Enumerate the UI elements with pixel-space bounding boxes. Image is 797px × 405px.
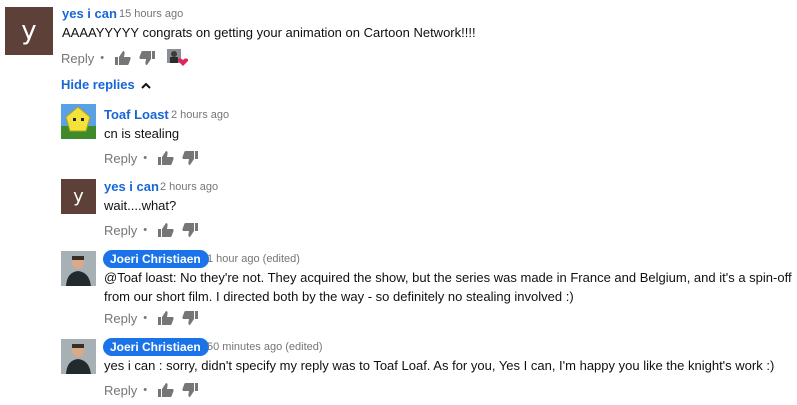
reply-comment: y yes i can 2 hours ago wait....what? Re… xyxy=(0,176,797,240)
creator-badge-author[interactable]: Joeri Christiaen xyxy=(103,250,209,268)
top-comment: y yes i can 15 hours ago AAAAYYYYY congr… xyxy=(0,0,797,72)
reply-comment: Joeri Christiaen 1 hour ago (edited) @To… xyxy=(0,249,797,331)
avatar[interactable] xyxy=(61,339,96,374)
reply-button[interactable]: Reply xyxy=(104,223,137,238)
comment-actions: Reply • xyxy=(104,381,206,399)
comment-author[interactable]: Toaf Loast xyxy=(104,107,169,122)
comment-author[interactable]: yes i can xyxy=(104,179,159,194)
separator-dot: • xyxy=(143,152,148,164)
comment-text: @Toaf loast: No they're not. They acquir… xyxy=(104,270,792,304)
like-icon[interactable] xyxy=(158,383,174,397)
like-icon[interactable] xyxy=(158,223,174,237)
dislike-icon[interactable] xyxy=(139,51,156,65)
avatar[interactable]: y xyxy=(5,7,53,55)
reply-comment: Toaf Loast 2 hours ago cn is stealing Re… xyxy=(0,104,797,168)
like-icon[interactable] xyxy=(115,51,131,65)
avatar[interactable] xyxy=(61,251,96,286)
creator-heart-icon[interactable] xyxy=(167,49,189,67)
comment-text: AAAAYYYYY congrats on getting your anima… xyxy=(62,25,476,40)
dislike-icon[interactable] xyxy=(182,311,199,325)
comment-actions: Reply • xyxy=(104,309,206,327)
comment-actions: Reply • xyxy=(61,49,189,67)
separator-dot: • xyxy=(143,312,148,324)
separator-dot: • xyxy=(100,52,105,64)
chevron-up-icon xyxy=(140,77,151,92)
comment-time[interactable]: 1 hour ago (edited) xyxy=(207,253,300,265)
reply-comment: Joeri Christiaen 50 minutes ago (edited)… xyxy=(0,337,797,401)
hide-replies-label: Hide replies xyxy=(61,77,135,92)
dislike-icon[interactable] xyxy=(182,223,199,237)
avatar[interactable]: y xyxy=(61,179,96,214)
hide-replies-toggle[interactable]: Hide replies xyxy=(61,77,151,92)
creator-badge-author[interactable]: Joeri Christiaen xyxy=(103,338,209,356)
comment-text: wait....what? xyxy=(104,198,177,213)
reply-button[interactable]: Reply xyxy=(104,151,137,166)
dislike-icon[interactable] xyxy=(182,383,199,397)
reply-button[interactable]: Reply xyxy=(61,51,94,66)
reply-button[interactable]: Reply xyxy=(104,383,137,398)
dislike-icon[interactable] xyxy=(182,151,199,165)
like-icon[interactable] xyxy=(158,151,174,165)
comment-time[interactable]: 2 hours ago xyxy=(171,109,229,121)
comment-text: yes i can : sorry, didn't specify my rep… xyxy=(104,358,775,373)
comment-time[interactable]: 15 hours ago xyxy=(119,8,183,20)
comment-text: cn is stealing xyxy=(104,126,180,141)
comment-time[interactable]: 50 minutes ago (edited) xyxy=(207,341,323,353)
comment-actions: Reply • xyxy=(104,221,206,239)
reply-button[interactable]: Reply xyxy=(104,311,137,326)
comment-author[interactable]: yes i can xyxy=(62,6,117,21)
like-icon[interactable] xyxy=(158,311,174,325)
avatar[interactable] xyxy=(61,104,96,139)
comment-actions: Reply • xyxy=(104,149,206,167)
comment-time[interactable]: 2 hours ago xyxy=(160,181,218,193)
separator-dot: • xyxy=(143,224,148,236)
separator-dot: • xyxy=(143,384,148,396)
